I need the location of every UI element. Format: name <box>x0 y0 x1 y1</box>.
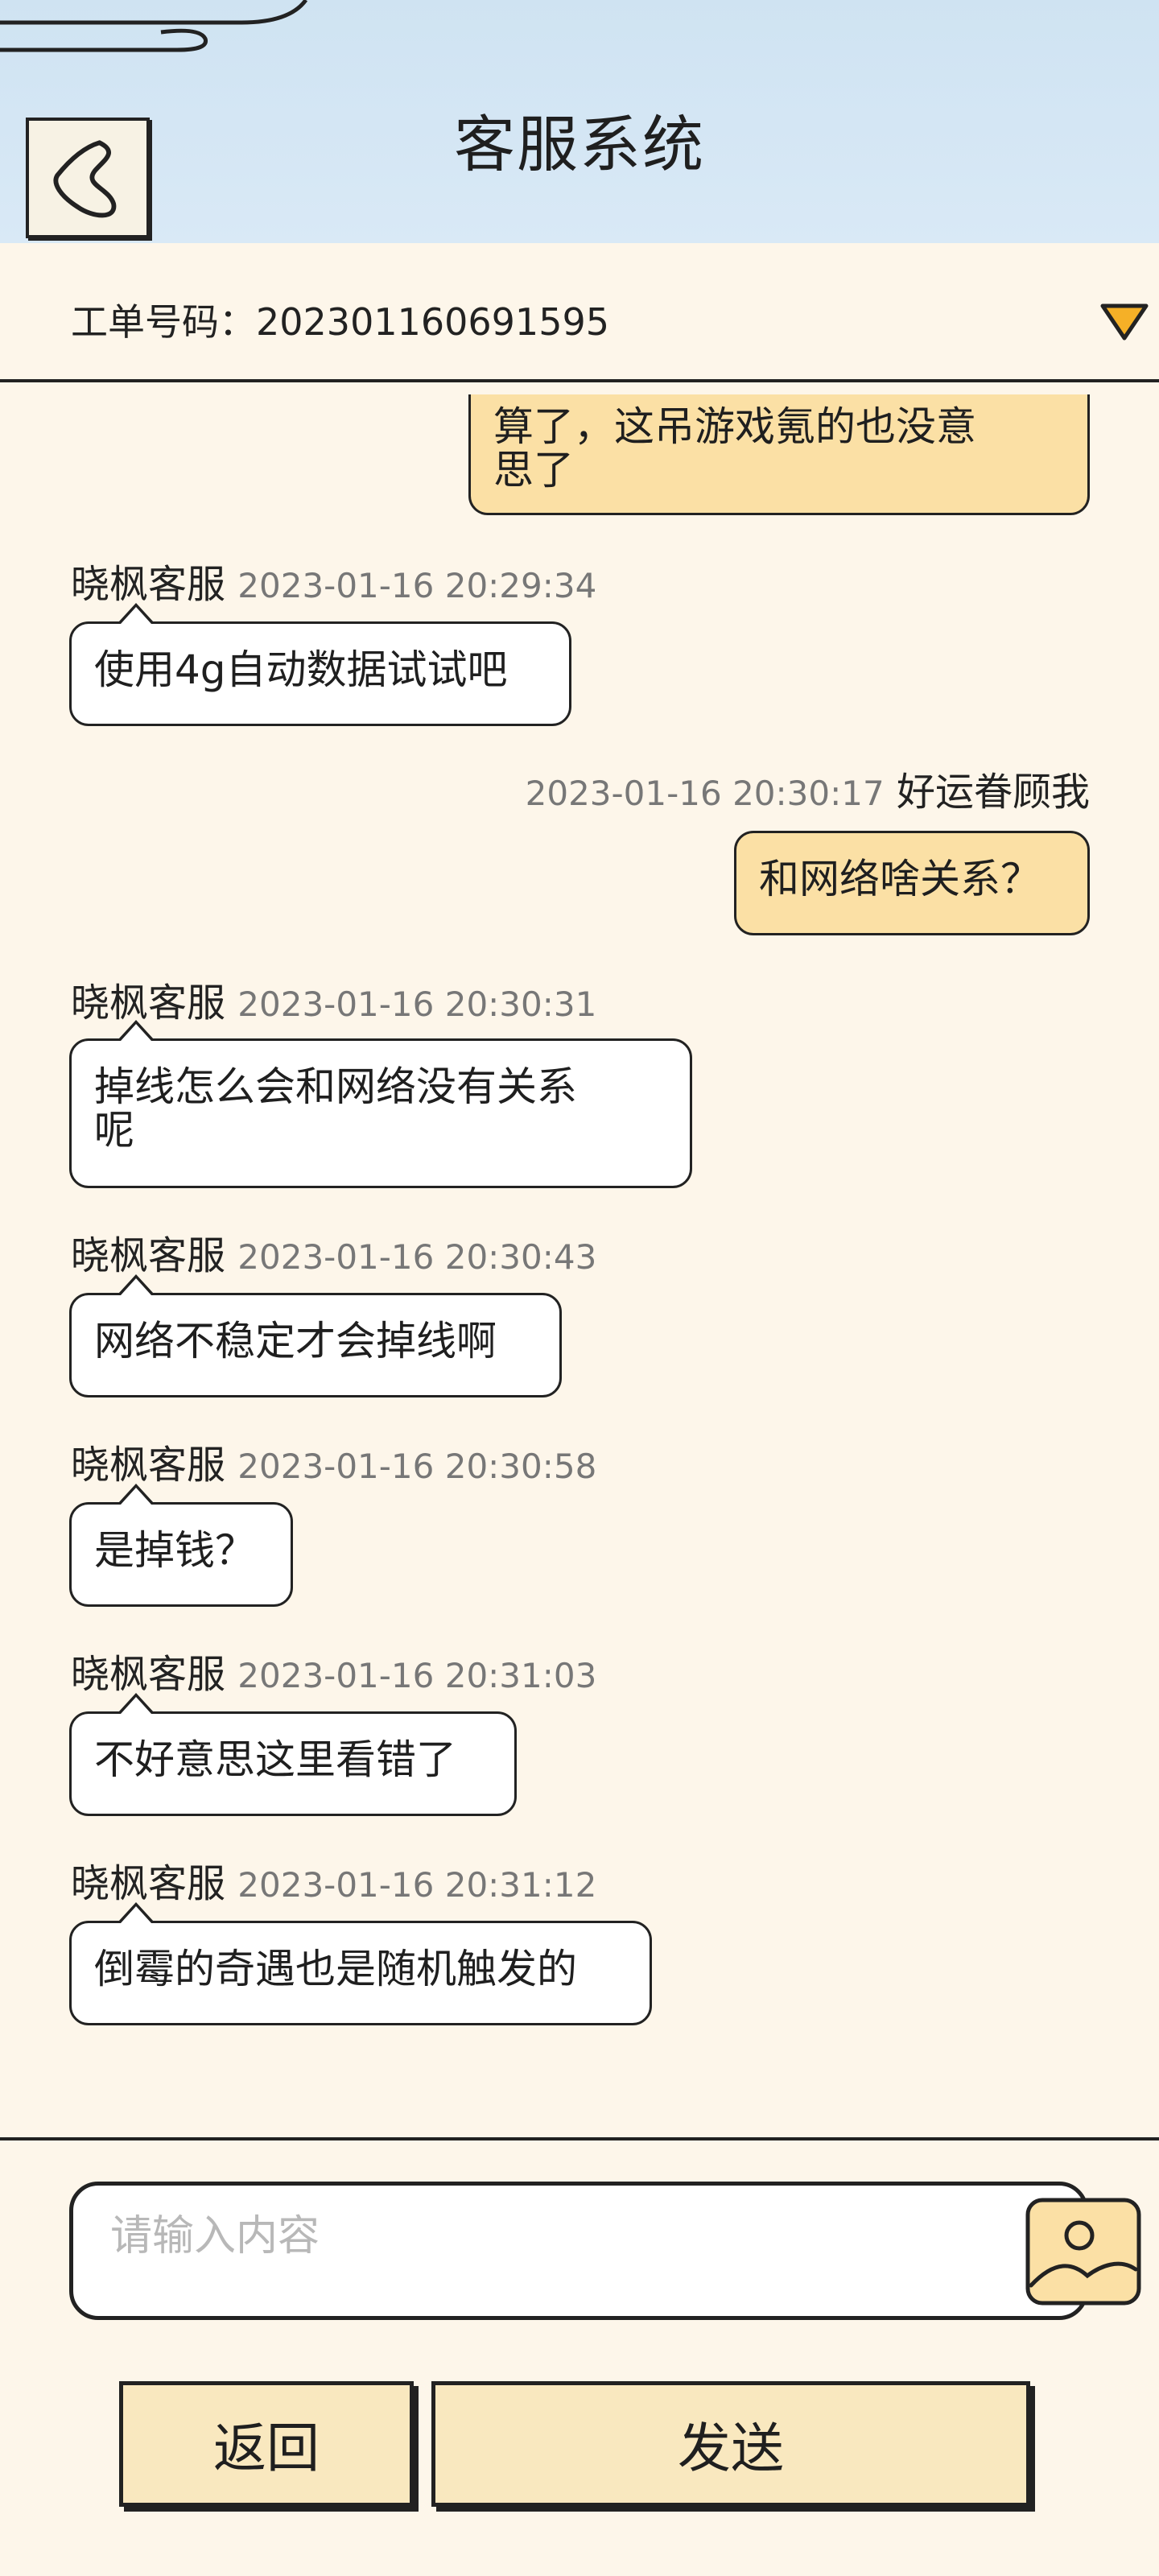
message-header: 晓枫客服 2023-01-16 20:30:31 <box>71 971 596 1027</box>
message-header: 2023-01-16 20:30:17 好运眷顾我 <box>526 760 1090 816</box>
chat-bubble-agent: 掉线怎么会和网络没有关系 呢 <box>69 1020 692 1188</box>
chat-bubble-agent: 不好意思这里看错了 <box>69 1693 517 1816</box>
header: 客服系统 <box>0 0 1159 243</box>
sender-name: 晓枫客服 <box>71 562 226 607</box>
sender-name: 晓枫客服 <box>71 1233 226 1278</box>
message-header: 晓枫客服 2023-01-16 20:30:43 <box>71 1224 596 1280</box>
chat-list[interactable]: 算了，这吊游戏氪的也没意 思了 晓枫客服 2023-01-16 20:29:34… <box>0 394 1159 2133</box>
message-input-box <box>69 2182 1141 2320</box>
message-time: 2023-01-16 20:31:03 <box>237 1656 597 1695</box>
ticket-bar: 工单号码：202301160691595 <box>0 243 1159 380</box>
triangle-down-icon[interactable] <box>1099 301 1149 343</box>
chat-bubble-me: 和网络啥关系？ <box>734 831 1090 935</box>
message-input[interactable] <box>109 2202 957 2271</box>
cloud-decoration-icon <box>0 0 308 52</box>
chat-bubble-agent: 是掉钱？ <box>69 1484 293 1607</box>
message-time: 2023-01-16 20:30:31 <box>237 985 597 1024</box>
message-time: 2023-01-16 20:30:43 <box>237 1237 597 1277</box>
message-time: 2023-01-16 20:31:12 <box>237 1865 597 1905</box>
page-title: 客服系统 <box>454 109 705 180</box>
message-time: 2023-01-16 20:30:17 <box>525 774 885 813</box>
sender-name: 好运眷顾我 <box>896 770 1090 815</box>
message-header: 晓枫客服 2023-01-16 20:29:34 <box>71 552 596 609</box>
message-time: 2023-01-16 20:30:58 <box>237 1447 597 1486</box>
message-header: 晓枫客服 2023-01-16 20:31:03 <box>71 1642 596 1699</box>
message-header: 晓枫客服 2023-01-16 20:31:12 <box>71 1852 596 1908</box>
sender-name: 晓枫客服 <box>71 1652 226 1697</box>
sender-name: 晓枫客服 <box>71 1861 226 1906</box>
return-button[interactable]: 返回 <box>119 2381 414 2507</box>
message-time: 2023-01-16 20:29:34 <box>237 566 597 605</box>
chat-bubble-me: 算了，这吊游戏氪的也没意 思了 <box>468 394 1090 515</box>
chat-bubble-agent: 使用4g自动数据试试吧 <box>69 603 571 726</box>
image-icon[interactable] <box>1023 2195 1144 2308</box>
chat-bubble-agent: 倒霉的奇遇也是随机触发的 <box>69 1902 652 2025</box>
send-button[interactable]: 发送 <box>431 2381 1030 2507</box>
sender-name: 晓枫客服 <box>71 1443 226 1488</box>
divider <box>0 379 1159 382</box>
sender-name: 晓枫客服 <box>71 980 226 1026</box>
divider <box>0 2137 1159 2140</box>
ticket-number: 工单号码：202301160691595 <box>71 300 609 344</box>
chat-bubble-agent: 网络不稳定才会掉线啊 <box>69 1274 562 1397</box>
message-header: 晓枫客服 2023-01-16 20:30:58 <box>71 1433 596 1489</box>
